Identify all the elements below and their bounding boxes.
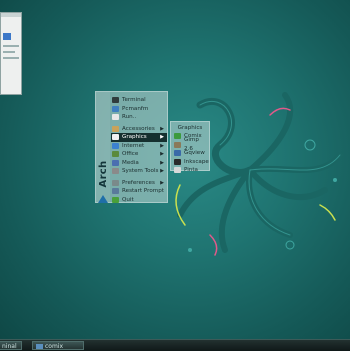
- menu-item-office[interactable]: Office ▶: [111, 150, 167, 159]
- chevron-right-icon: ▶: [160, 142, 164, 149]
- menu-item-label: Accessories: [122, 125, 155, 132]
- submenu-title: Graphics: [177, 125, 203, 131]
- graphics-icon: [112, 134, 119, 141]
- menu-item-label: Restart Prompt: [122, 188, 164, 194]
- restart-icon: [112, 188, 119, 195]
- chevron-right-icon: ▶: [160, 125, 164, 132]
- menu-item-label: Preferences: [122, 179, 155, 186]
- inkscape-icon: [174, 158, 181, 165]
- submenu-item-gqview[interactable]: Gqview: [171, 149, 209, 158]
- graphics-submenu: Graphics Comix Gimp 2.6 Gqview Inkscape Pint…: [170, 121, 210, 174]
- submenu-item-gimp-2-6[interactable]: Gimp 2.6: [171, 137, 209, 152]
- menu-brand-bar: Arch: [96, 92, 110, 203]
- menu-item-internet[interactable]: Internet ▶: [111, 142, 167, 151]
- comix-icon: [36, 344, 43, 349]
- chevron-right-icon: ▶: [160, 134, 164, 140]
- comix-icon: [174, 133, 181, 140]
- preferences-icon: [112, 179, 119, 186]
- menu-item-label: Quit: [122, 196, 134, 203]
- menu-item-label: Run..: [122, 114, 137, 120]
- chevron-right-icon: ▶: [160, 179, 164, 186]
- window-line: [3, 45, 19, 47]
- pinta-icon: [174, 167, 181, 174]
- menu-item-label: System Tools: [122, 168, 159, 174]
- menu-items: Terminal Pcmanfm Run.. Accessories ▶ Graphics…: [111, 96, 167, 204]
- window-titlebar: [1, 13, 21, 17]
- menu-item-label: Media: [122, 159, 139, 166]
- globe-icon: [112, 142, 119, 149]
- window-line: [3, 57, 19, 59]
- gimp-icon: [174, 141, 181, 148]
- taskbar-item-label: ninal: [2, 343, 17, 350]
- terminal-icon: [112, 97, 119, 104]
- run-icon: [112, 114, 119, 121]
- arch-logo-icon: [98, 195, 108, 203]
- chevron-right-icon: ▶: [160, 159, 164, 166]
- menu-item-label: Internet: [122, 142, 145, 149]
- menu-item-label: Office: [122, 151, 139, 157]
- submenu-items: Comix Gimp 2.6 Gqview Inkscape Pinta: [171, 132, 209, 175]
- office-icon: [112, 151, 119, 158]
- menu-item-label: Graphics: [122, 134, 147, 140]
- folder-icon: [112, 105, 119, 112]
- taskbar: ninal comix: [0, 339, 350, 351]
- menu-item-run[interactable]: Run..: [111, 113, 167, 122]
- menu-item-label: Pcmanfm: [122, 105, 149, 112]
- taskbar-item-comix[interactable]: comix: [32, 341, 84, 350]
- submenu-item-label: Inkscape: [184, 158, 209, 165]
- menu-item-restart-prompt[interactable]: Restart Prompt: [111, 187, 167, 196]
- quit-icon: [112, 196, 119, 203]
- window-thumbnail[interactable]: [0, 12, 22, 95]
- menu-item-system-tools[interactable]: System Tools ▶: [111, 167, 167, 176]
- menu-item-label: Terminal: [122, 97, 146, 103]
- menu-item-graphics[interactable]: Graphics ▶: [111, 133, 167, 142]
- submenu-item-pinta[interactable]: Pinta: [171, 166, 209, 175]
- taskbar-item-terminal[interactable]: ninal: [0, 341, 22, 350]
- menu-item-quit[interactable]: Quit: [111, 196, 167, 205]
- window-image-icon: [3, 33, 11, 40]
- menu-item-media[interactable]: Media ▶: [111, 159, 167, 168]
- window-line: [3, 51, 15, 53]
- submenu-item-label: Gqview: [184, 150, 205, 156]
- menu-item-terminal[interactable]: Terminal: [111, 96, 167, 105]
- submenu-item-label: Pinta: [184, 167, 198, 173]
- submenu-item-inkscape[interactable]: Inkscape: [171, 158, 209, 167]
- menu-item-preferences[interactable]: Preferences ▶: [111, 179, 167, 188]
- chevron-right-icon: ▶: [160, 168, 164, 174]
- system-tools-icon: [112, 168, 119, 175]
- taskbar-item-label: comix: [45, 343, 64, 350]
- gqview-icon: [174, 150, 181, 157]
- accessories-icon: [112, 125, 119, 132]
- application-menu: Arch Terminal Pcmanfm Run.. Accessories ▶ Gra…: [95, 91, 168, 203]
- menu-item-accessories[interactable]: Accessories ▶: [111, 125, 167, 134]
- menu-item-pcmanfm[interactable]: Pcmanfm: [111, 105, 167, 114]
- media-icon: [112, 159, 119, 166]
- chevron-right-icon: ▶: [160, 151, 164, 157]
